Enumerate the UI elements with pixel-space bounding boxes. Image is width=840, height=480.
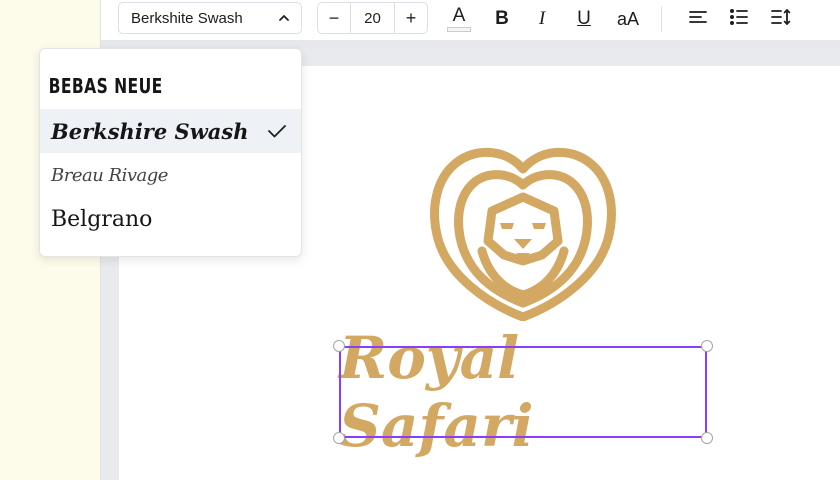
font-option-label: BEBAS NEUE: [48, 74, 163, 98]
toolbar-divider: [661, 6, 662, 32]
underline-icon: U: [577, 8, 591, 29]
font-size-input[interactable]: 20: [350, 3, 395, 33]
increase-font-size-button[interactable]: +: [395, 3, 427, 33]
italic-button[interactable]: I: [529, 4, 555, 34]
bold-button[interactable]: B: [489, 4, 515, 34]
font-size-stepper: − 20 +: [317, 2, 428, 34]
font-family-dropdown: BEBAS NEUE Berkshire Swash Breau Rivage …: [39, 48, 302, 257]
text-color-icon: A: [452, 4, 466, 26]
underline-button[interactable]: U: [571, 4, 597, 34]
decrease-font-size-button[interactable]: −: [318, 3, 350, 33]
chevron-up-icon: [277, 11, 291, 25]
bold-icon: B: [495, 8, 509, 29]
align-left-icon: [688, 9, 708, 30]
font-option-belgrano[interactable]: Belgrano: [40, 199, 301, 239]
resize-handle-bottom-left[interactable]: [333, 432, 345, 444]
checkmark-icon: [267, 123, 287, 139]
text-color-swatch: [447, 26, 471, 32]
letter-case-button[interactable]: aA: [613, 4, 643, 34]
text-toolbar: Berkshite Swash − 20 + A B I U aA: [101, 0, 840, 41]
bulleted-list-icon: [729, 8, 749, 31]
font-option-bebas-neue[interactable]: BEBAS NEUE: [40, 69, 244, 103]
line-spacing-button[interactable]: [768, 4, 794, 34]
font-option-berkshire-swash[interactable]: Berkshire Swash: [40, 109, 301, 153]
resize-handle-bottom-right[interactable]: [701, 432, 713, 444]
text-color-button[interactable]: A: [445, 4, 473, 34]
selection-box: [339, 346, 707, 438]
italic-icon: I: [538, 8, 546, 29]
font-option-label: Berkshire Swash: [51, 118, 249, 144]
font-option-label: Belgrano: [51, 206, 153, 232]
font-option-label: Breau Rivage: [51, 164, 168, 186]
bulleted-list-button[interactable]: [726, 4, 752, 34]
lion-logo[interactable]: [430, 143, 616, 326]
line-spacing-icon: [770, 8, 792, 31]
resize-handle-top-right[interactable]: [701, 340, 713, 352]
align-left-button[interactable]: [685, 4, 711, 34]
font-family-value: Berkshite Swash: [131, 9, 243, 27]
letter-case-icon: aA: [616, 8, 640, 29]
font-family-select[interactable]: Berkshite Swash: [118, 2, 302, 34]
font-option-breau-rivage[interactable]: Breau Rivage: [40, 157, 301, 193]
resize-handle-top-left[interactable]: [333, 340, 345, 352]
